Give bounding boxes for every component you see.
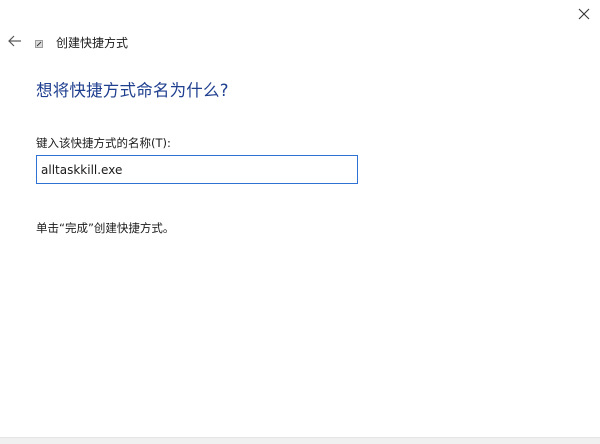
wizard-footer — [0, 437, 600, 444]
shortcut-name-input[interactable] — [36, 155, 358, 184]
shortcut-wizard-icon — [35, 40, 43, 48]
wizard-title: 创建快捷方式 — [56, 36, 129, 50]
back-button[interactable] — [4, 31, 26, 51]
create-shortcut-wizard-window: 创建快捷方式 想将快捷方式命名为什么? 键入该快捷方式的名称(T): 单击“完成… — [0, 0, 600, 444]
page-heading: 想将快捷方式命名为什么? — [36, 81, 229, 100]
close-icon — [578, 8, 590, 20]
shortcut-name-label: 键入该快捷方式的名称(T): — [36, 136, 171, 150]
close-button[interactable] — [568, 0, 600, 28]
finish-hint-text: 单击“完成”创建快捷方式。 — [36, 221, 175, 235]
back-arrow-icon — [8, 35, 21, 47]
